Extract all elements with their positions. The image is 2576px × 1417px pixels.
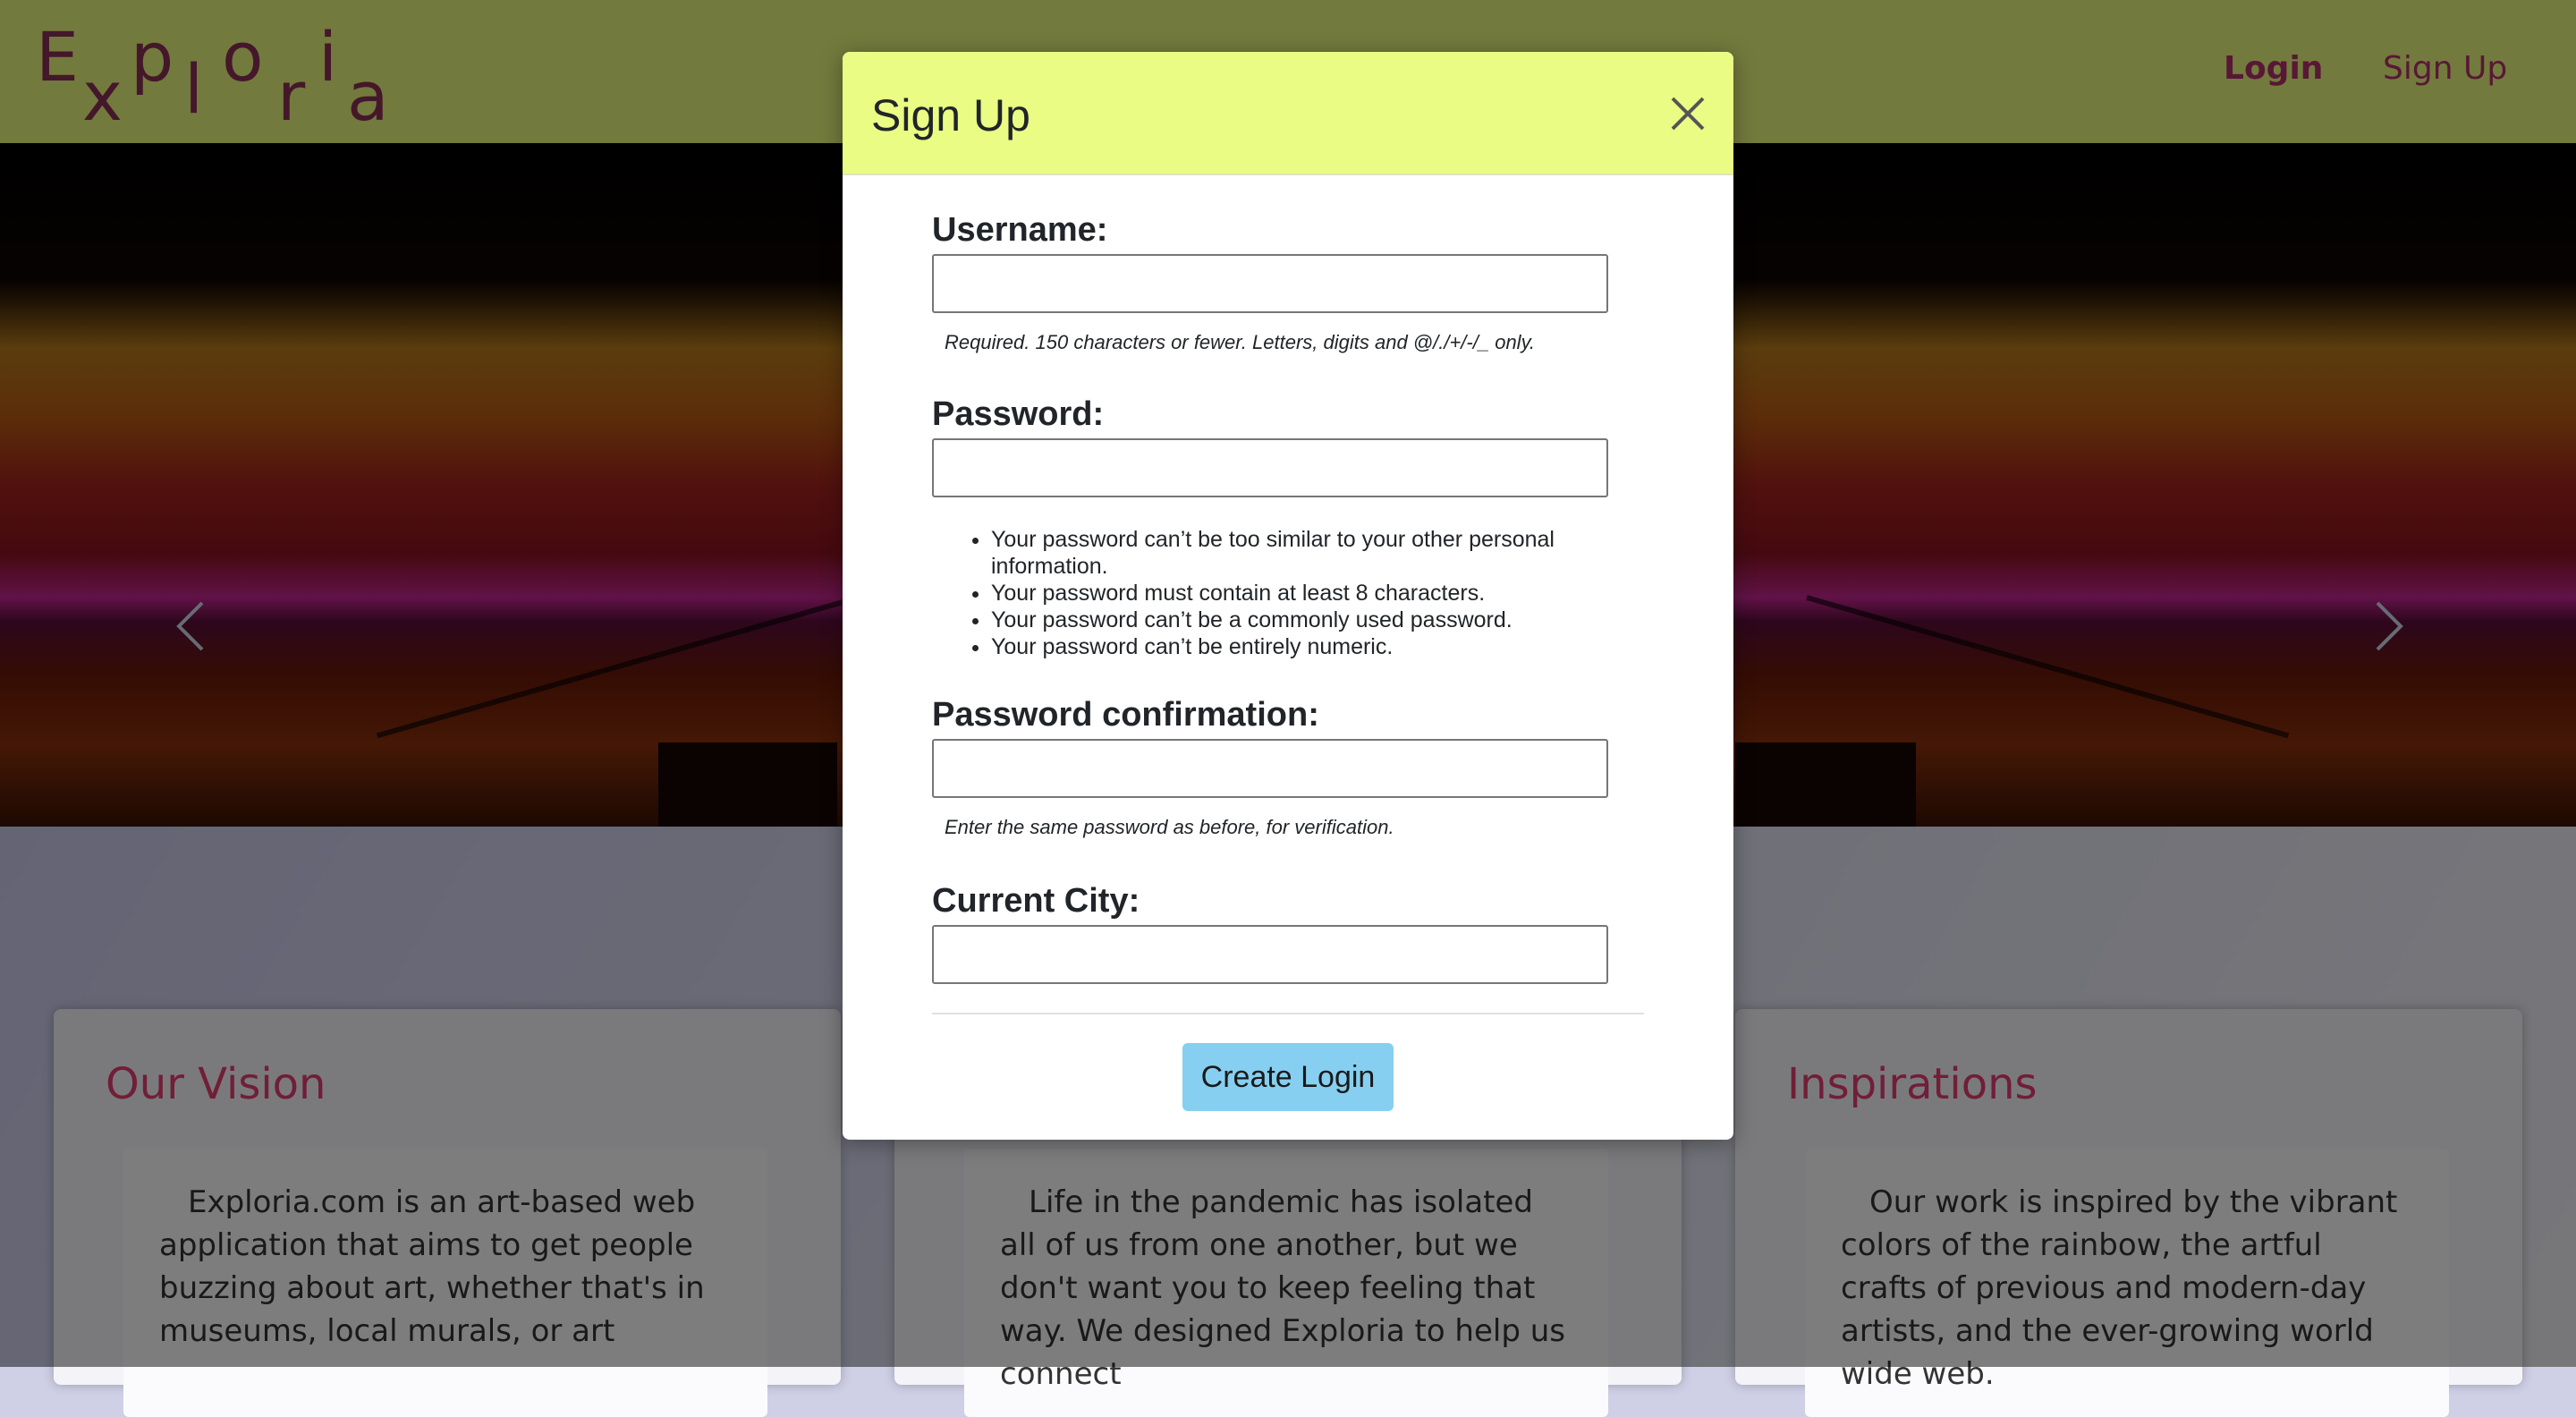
close-icon bbox=[1671, 97, 1705, 131]
username-help: Required. 150 characters or fewer. Lette… bbox=[945, 331, 1536, 353]
password-input[interactable] bbox=[932, 438, 1608, 497]
password-rule: Your password can’t be a commonly used p… bbox=[991, 607, 1653, 633]
username-input[interactable] bbox=[932, 254, 1608, 313]
city-label: Current City: bbox=[932, 882, 1140, 920]
password-confirm-help: Enter the same password as before, for v… bbox=[945, 816, 1394, 838]
username-label: Username: bbox=[932, 211, 1108, 249]
modal-header: Sign Up bbox=[843, 52, 1733, 175]
signup-modal: Sign Up Username: Required. 150 characte… bbox=[843, 52, 1733, 1140]
city-input[interactable] bbox=[932, 925, 1608, 984]
close-button[interactable] bbox=[1665, 91, 1710, 136]
password-rule: Your password can’t be too similar to yo… bbox=[991, 526, 1653, 580]
modal-title: Sign Up bbox=[871, 90, 1030, 140]
divider bbox=[932, 1013, 1644, 1014]
password-rules-list: Your password can’t be too similar to yo… bbox=[955, 526, 1653, 660]
create-login-button[interactable]: Create Login bbox=[1182, 1043, 1394, 1111]
password-confirm-input[interactable] bbox=[932, 739, 1608, 798]
password-confirm-label: Password confirmation: bbox=[932, 696, 1319, 734]
password-rule: Your password must contain at least 8 ch… bbox=[991, 580, 1653, 607]
password-label: Password: bbox=[932, 395, 1105, 433]
password-rule: Your password can’t be entirely numeric. bbox=[991, 633, 1653, 660]
